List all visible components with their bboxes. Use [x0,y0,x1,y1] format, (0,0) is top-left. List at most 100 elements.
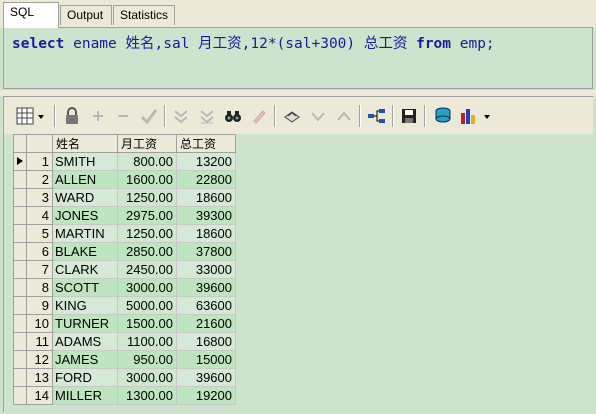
table-row[interactable]: 9 KING 5000.00 63600 [13,296,236,315]
prior-button[interactable] [333,105,355,127]
save-button[interactable] [398,105,420,127]
column-header-total[interactable]: 总工资 [176,134,236,153]
table-row[interactable]: 1 SMITH 800.00 13200 [13,152,236,171]
cell-salary[interactable]: 2975.00 [117,206,177,225]
add-record-button[interactable] [87,105,109,127]
tab-sql[interactable]: SQL [3,2,59,28]
print-button[interactable] [281,105,303,127]
lock-button[interactable] [61,105,83,127]
cell-salary[interactable]: 3000.00 [117,368,177,387]
cell-salary[interactable]: 800.00 [117,152,177,171]
cell-name[interactable]: KING [52,296,118,315]
toolbar-separator [274,105,276,127]
cell-name[interactable]: SMITH [52,152,118,171]
cell-name[interactable]: SCOTT [52,278,118,297]
save-icon [402,109,416,123]
column-header-salary[interactable]: 月工资 [117,134,177,153]
cell-total[interactable]: 22800 [176,170,236,189]
cell-total[interactable]: 15000 [176,350,236,369]
cell-name[interactable]: WARD [52,188,118,207]
cell-name[interactable]: CLARK [52,260,118,279]
cell-salary[interactable]: 5000.00 [117,296,177,315]
clear-button[interactable] [248,105,270,127]
sql-keyword-from: from [416,36,452,52]
query-plan-button[interactable] [366,105,388,127]
current-row-arrow-icon [17,157,23,165]
cell-name[interactable]: MARTIN [52,224,118,243]
export-icon [435,107,451,123]
export-button[interactable] [432,105,454,127]
result-table: 姓名 月工资 总工资 1 SMITH 800.00 13200 2 ALLEN 1600.0… [13,134,236,405]
row-indicator [13,224,27,243]
next-button[interactable] [307,105,329,127]
filter-button[interactable] [170,105,192,127]
table-row[interactable]: 8 SCOTT 3000.00 39600 [13,278,236,297]
cell-name[interactable]: BLAKE [52,242,118,261]
cell-name[interactable]: FORD [52,368,118,387]
cell-salary[interactable]: 950.00 [117,350,177,369]
result-grid[interactable]: 姓名 月工资 总工资 1 SMITH 800.00 13200 2 ALLEN 1600.0… [3,134,593,412]
cell-name[interactable]: JAMES [52,350,118,369]
find-button[interactable] [222,105,244,127]
cell-salary[interactable]: 1600.00 [117,170,177,189]
table-row[interactable]: 11 ADAMS 1100.00 16800 [13,332,236,351]
table-row[interactable]: 10 TURNER 1500.00 21600 [13,314,236,333]
cell-name[interactable]: ALLEN [52,170,118,189]
delete-record-button[interactable] [112,105,134,127]
row-number-header [26,134,53,153]
cell-salary[interactable]: 3000.00 [117,278,177,297]
sql-keyword-select: select [12,36,65,52]
grid-menu-button[interactable] [14,105,48,127]
cell-salary[interactable]: 1300.00 [117,386,177,405]
cell-total[interactable]: 39600 [176,278,236,297]
sql-text[interactable]: select ename 姓名,sal 月工资,12*(sal+300) 总工资… [12,32,495,53]
cell-total[interactable]: 63600 [176,296,236,315]
sql-editor[interactable]: select ename 姓名,sal 月工资,12*(sal+300) 总工资… [3,27,593,89]
row-number: 8 [26,278,53,297]
cell-total[interactable]: 33000 [176,260,236,279]
table-row[interactable]: 13 FORD 3000.00 39600 [13,368,236,387]
lock-icon [66,107,78,124]
tab-output[interactable]: Output [60,5,112,25]
table-row[interactable]: 7 CLARK 2450.00 33000 [13,260,236,279]
cell-total[interactable]: 21600 [176,314,236,333]
cell-total[interactable]: 18600 [176,188,236,207]
cell-name[interactable]: MILLER [52,386,118,405]
cell-total[interactable]: 13200 [176,152,236,171]
table-row[interactable]: 4 JONES 2975.00 39300 [13,206,236,225]
row-number: 2 [26,170,53,189]
chart-menu-button[interactable] [458,105,494,127]
cell-salary[interactable]: 1250.00 [117,188,177,207]
cell-name[interactable]: ADAMS [52,332,118,351]
table-row[interactable]: 12 JAMES 950.00 15000 [13,350,236,369]
table-row[interactable]: 14 MILLER 1300.00 19200 [13,386,236,405]
table-row[interactable]: 5 MARTIN 1250.00 18600 [13,224,236,243]
row-number: 5 [26,224,53,243]
cell-name[interactable]: TURNER [52,314,118,333]
current-row-indicator [13,152,27,171]
table-row[interactable]: 6 BLAKE 2850.00 37800 [13,242,236,261]
header-row: 姓名 月工资 总工资 [13,134,236,153]
cell-salary[interactable]: 1250.00 [117,224,177,243]
toolbar-separator [392,105,394,127]
column-header-name[interactable]: 姓名 [52,134,118,153]
clear-filter-icon [200,110,214,124]
cell-total[interactable]: 39600 [176,368,236,387]
table-row[interactable]: 3 WARD 1250.00 18600 [13,188,236,207]
cell-name[interactable]: JONES [52,206,118,225]
cell-total[interactable]: 18600 [176,224,236,243]
up-arrow-icon [337,111,351,121]
cell-total[interactable]: 39300 [176,206,236,225]
cell-total[interactable]: 16800 [176,332,236,351]
cell-salary[interactable]: 2450.00 [117,260,177,279]
cell-total[interactable]: 37800 [176,242,236,261]
cell-salary[interactable]: 1100.00 [117,332,177,351]
table-row[interactable]: 2 ALLEN 1600.00 22800 [13,170,236,189]
clear-filter-button[interactable] [196,105,218,127]
cell-salary[interactable]: 1500.00 [117,314,177,333]
post-button[interactable] [138,105,160,127]
tab-statistics[interactable]: Statistics [113,5,175,25]
cell-salary[interactable]: 2850.00 [117,242,177,261]
sql-select-list: ename 姓名,sal 月工资,12*(sal+300) 总工资 [64,36,417,52]
cell-total[interactable]: 19200 [176,386,236,405]
